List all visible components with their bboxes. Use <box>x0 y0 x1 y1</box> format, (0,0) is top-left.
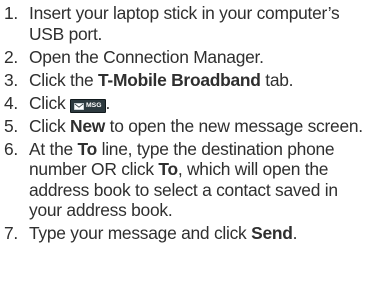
step-4-prefix: Click <box>29 92 71 113</box>
step-6-text: At the To line, type the destination pho… <box>29 139 370 221</box>
step-5-number: 5. <box>4 115 19 136</box>
step-1-text: Insert your laptop stick in your compute… <box>29 3 340 44</box>
step-4-text: Click MSG. <box>29 93 370 114</box>
send-button-label: Send <box>251 223 293 244</box>
step-3-suffix: tab. <box>260 69 294 90</box>
step-7-prefix: Type your message and click <box>29 223 252 244</box>
step-7: 7. Type your message and click Send. <box>4 223 370 244</box>
step-5-text: Click New to open the new message screen… <box>29 116 370 137</box>
to-button-label: To <box>158 159 178 180</box>
step-6-prefix: At the <box>29 138 78 159</box>
step-5-prefix: Click <box>29 115 71 136</box>
step-1: 1. Insert your laptop stick in your comp… <box>4 3 370 44</box>
step-3-text: Click the T-Mobile Broadband tab. <box>29 70 370 91</box>
step-2-number: 2. <box>4 46 19 67</box>
step-7-text: Type your message and click Send. <box>29 223 370 244</box>
to-line-label: To <box>77 138 98 159</box>
step-3: 3. Click the T-Mobile Broadband tab. <box>4 70 370 91</box>
msg-button-image: MSG <box>70 99 106 114</box>
step-3-number: 3. <box>4 69 19 90</box>
step-4-suffix: . <box>105 92 111 113</box>
step-5-suffix: to open the new message screen. <box>105 115 364 136</box>
step-6-number: 6. <box>4 138 19 159</box>
step-4-number: 4. <box>4 92 19 113</box>
envelope-icon <box>74 102 84 110</box>
broadband-tab-label: T-Mobile Broadband <box>98 69 261 90</box>
step-2-text: Open the Connection Manager. <box>29 46 264 67</box>
step-7-number: 7. <box>4 223 19 244</box>
step-6: 6. At the To line, type the destination … <box>4 139 370 221</box>
step-2: 2. Open the Connection Manager. <box>4 47 370 68</box>
step-1-number: 1. <box>4 3 19 23</box>
instruction-list: 1. Insert your laptop stick in your comp… <box>0 0 376 307</box>
new-button-label: New <box>70 115 106 136</box>
step-4: 4. Click MSG. <box>4 93 370 114</box>
step-3-prefix: Click the <box>29 69 99 90</box>
step-7-suffix: . <box>292 223 298 244</box>
msg-button-label: MSG <box>86 101 102 109</box>
step-5: 5. Click New to open the new message scr… <box>4 116 370 137</box>
